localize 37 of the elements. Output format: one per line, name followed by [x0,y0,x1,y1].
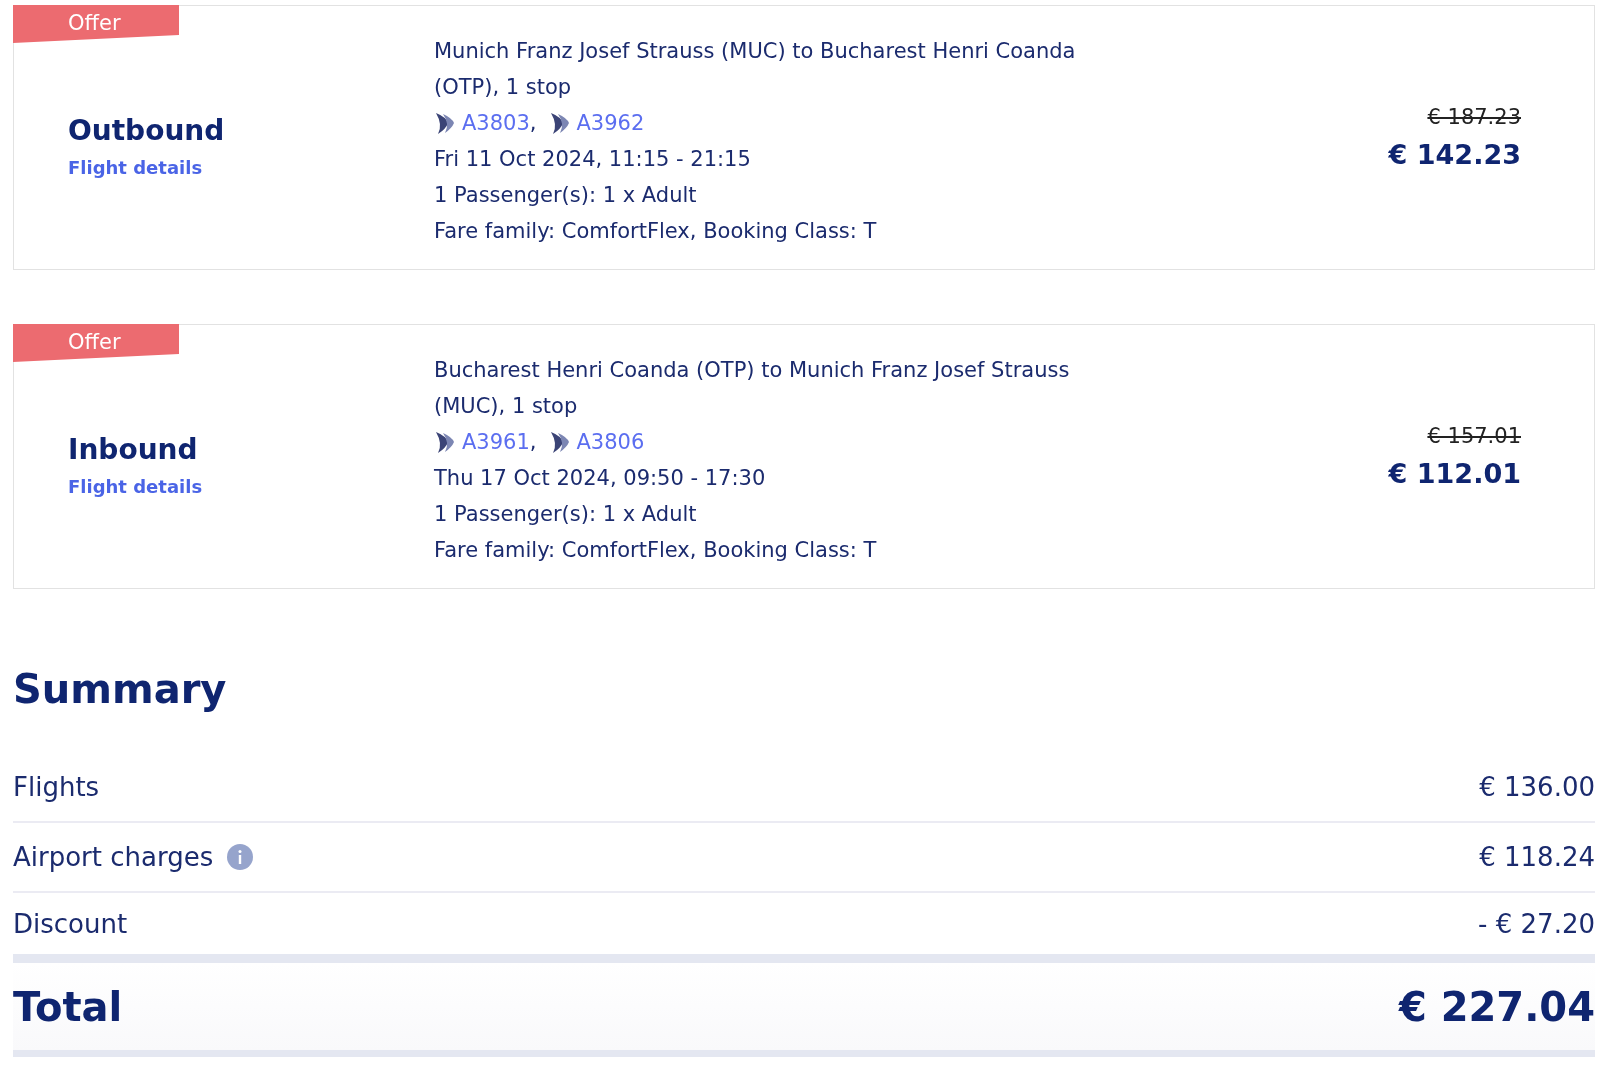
direction-title: Inbound [68,432,198,466]
passengers-text: 1 Passenger(s): 1 x Adult [434,181,698,209]
comma: , [529,110,537,135]
offer-label: Offer [68,329,121,356]
offer-label: Offer [68,10,121,37]
direction-title: Outbound [68,113,225,147]
summary-amount: - € 27.20 [1478,908,1595,939]
passengers-text: 1 Passenger(s): 1 x Adult [434,500,698,528]
flight-details-link[interactable]: Flight details [68,475,203,497]
flight-details-link[interactable]: Flight details [68,156,203,178]
total-label: Total [13,983,123,1030]
comma: , [529,429,537,454]
price: € 142.23 [1388,139,1521,170]
summary-label: Discount [13,908,128,939]
total-amount: € 227.04 [1398,983,1595,1030]
airline-logo-icon [548,429,571,454]
date-time-text: Fri 11 Oct 2024, 11:15 - 21:15 [434,145,752,173]
flight-number-link[interactable]: A3962 [576,110,645,135]
flight-number-link[interactable]: A3803 [462,110,530,135]
airline-logo-icon [434,110,456,135]
price: € 112.01 [1388,458,1521,489]
airline-logo-icon [434,429,456,454]
route-text: Bucharest Henri Coanda (OTP) to Munich Franz Josef Strauss (MUC), 1 stop [434,356,1071,420]
old-price: € 187.23 [1427,105,1521,129]
summary-amount: € 136.00 [1479,772,1595,802]
old-price: € 157.01 [1427,424,1521,448]
fare-text: Fare family: ComfortFlex, Booking Class: T [434,217,878,245]
airline-logo-icon [548,110,571,135]
summary-amount: € 118.24 [1479,842,1595,872]
fare-text: Fare family: ComfortFlex, Booking Class: T [434,536,878,564]
info-icon[interactable] [227,844,254,870]
summary-label: Airport charges [13,842,214,872]
flight-number-link[interactable]: A3806 [576,429,645,454]
date-time-text: Thu 17 Oct 2024, 09:50 - 17:30 [434,464,767,492]
summary-label: Flights [13,772,100,802]
route-text: Munich Franz Josef Strauss (MUC) to Bucharest Henri Coanda (OTP), 1 stop [434,37,1077,101]
flight-number-link[interactable]: A3961 [462,429,530,454]
